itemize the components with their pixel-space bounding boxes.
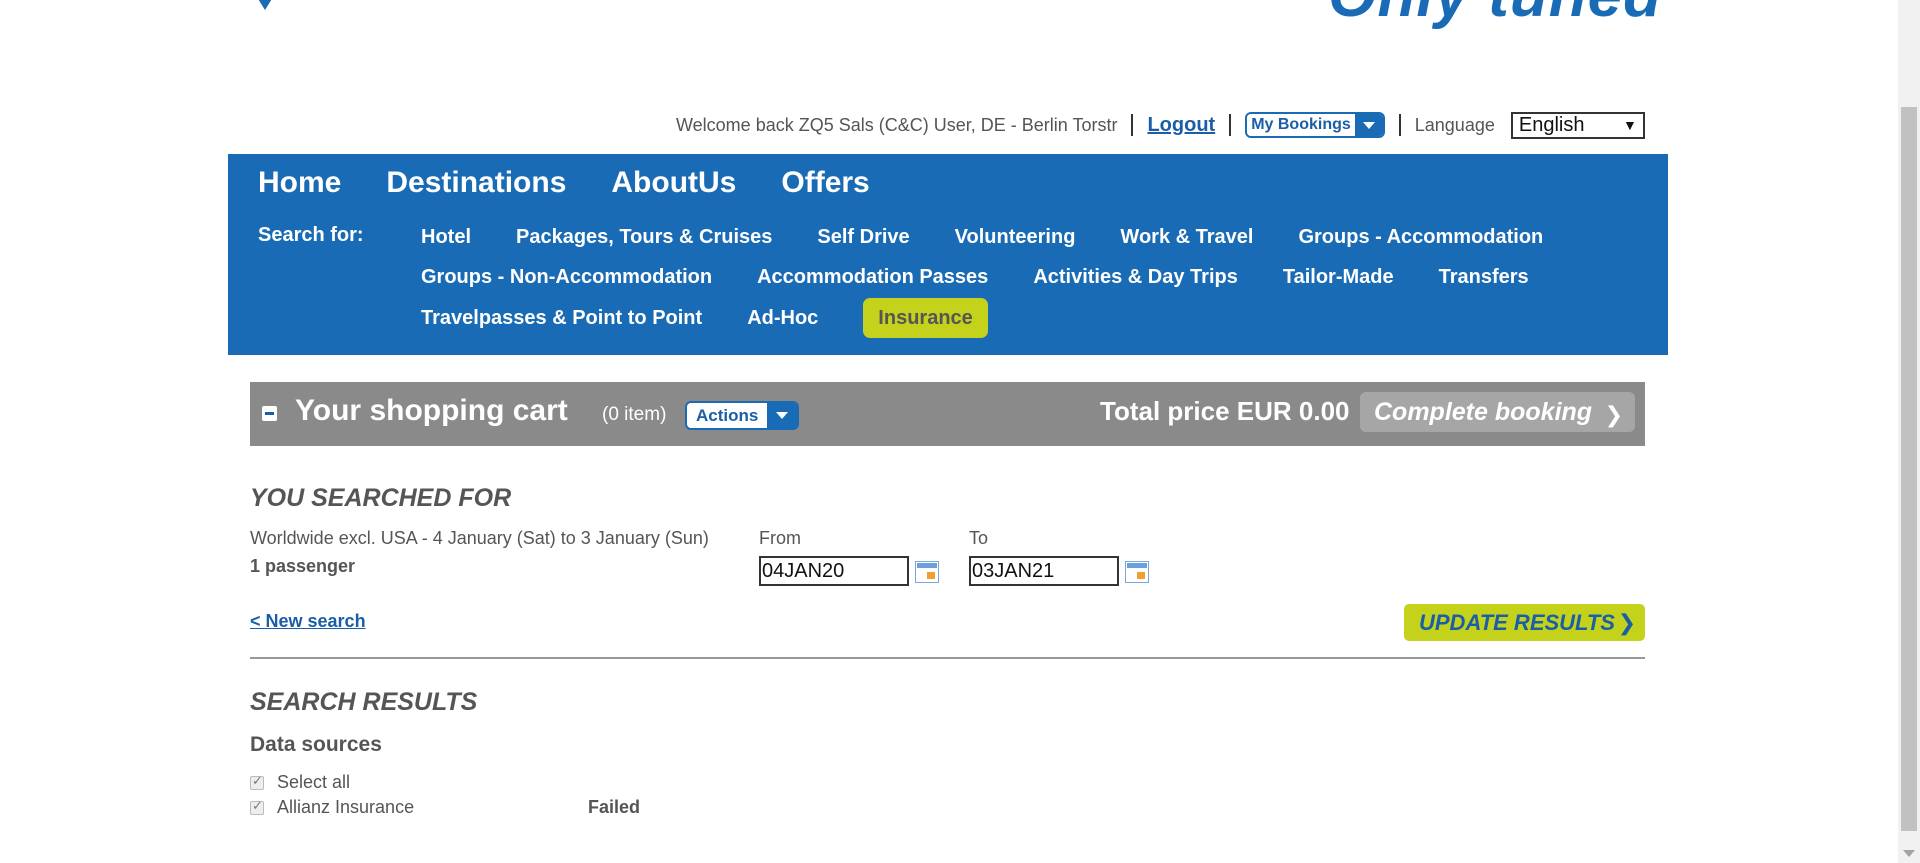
search-volunteering[interactable]: Volunteering: [955, 217, 1076, 257]
select-all-label: Select all: [277, 772, 351, 792]
complete-booking-button[interactable]: Complete booking ❯: [1360, 392, 1635, 432]
nav-offers[interactable]: Offers: [781, 160, 869, 206]
total-price: Total price EUR 0.00: [1100, 396, 1350, 426]
search-category-row: Travelpasses & Point to Point Ad-Hoc Ins…: [421, 298, 988, 338]
search-activities[interactable]: Activities & Day Trips: [1033, 257, 1238, 297]
new-search-link[interactable]: < New search: [250, 611, 366, 632]
scroll-down-icon[interactable]: [1903, 850, 1915, 857]
nav-aboutus[interactable]: AboutUs: [611, 160, 736, 206]
user-bar: Welcome back ZQ5 Sals (C&C) User, DE - B…: [676, 110, 1645, 140]
select-all-row: Select all: [250, 772, 350, 793]
language-select[interactable]: English ▼: [1510, 111, 1645, 139]
source-name: Allianz Insurance: [277, 797, 415, 817]
cart-title: Your shopping cart: [295, 394, 568, 427]
language-value: English: [1518, 113, 1585, 136]
chevron-right-icon: ❯: [1604, 402, 1623, 427]
cart-count: (0 item): [602, 404, 667, 425]
chevron-right-icon: ❯: [1617, 610, 1636, 635]
divider: [1131, 114, 1134, 136]
select-all-checkbox[interactable]: [250, 773, 264, 790]
chevron-down-icon[interactable]: [1354, 114, 1383, 136]
search-accommodation-passes[interactable]: Accommodation Passes: [757, 257, 988, 297]
search-transfers[interactable]: Transfers: [1439, 257, 1529, 297]
language-label: Language: [1414, 114, 1495, 135]
search-results-heading: SEARCH RESULTS: [250, 688, 478, 716]
search-for-label: Search for:: [258, 224, 364, 246]
search-category-row: Hotel Packages, Tours & Cruises Self Dri…: [421, 217, 1543, 257]
source-checkbox[interactable]: [250, 798, 264, 815]
scrollbar[interactable]: [1898, 0, 1920, 863]
searched-for-heading: YOU SEARCHED FOR: [250, 484, 512, 512]
divider: [250, 657, 1645, 659]
data-sources-heading: Data sources: [250, 733, 382, 756]
main-navigation: Home Destinations AboutUs Offers Search …: [228, 154, 1668, 355]
passenger-count: 1 passenger: [250, 556, 356, 576]
search-groups-non-accommodation[interactable]: Groups - Non-Accommodation: [421, 257, 712, 297]
primary-nav: Home Destinations AboutUs Offers: [258, 160, 870, 206]
data-source-row: Allianz Insurance: [250, 797, 414, 818]
chevron-down-icon[interactable]: [767, 403, 798, 428]
search-packages[interactable]: Packages, Tours & Cruises: [516, 217, 772, 257]
calendar-icon[interactable]: [1125, 561, 1149, 583]
divider: [1229, 114, 1232, 136]
my-bookings-label: My Bookings: [1247, 114, 1355, 136]
search-tailor-made[interactable]: Tailor-Made: [1283, 257, 1394, 297]
actions-label: Actions: [687, 403, 768, 428]
search-work-travel[interactable]: Work & Travel: [1120, 217, 1253, 257]
to-date-field[interactable]: 03JAN21: [969, 556, 1119, 586]
search-travelpasses[interactable]: Travelpasses & Point to Point: [421, 298, 702, 338]
scroll-thumb[interactable]: [1901, 107, 1917, 831]
search-summary: Worldwide excl. USA - 4 January (Sat) to…: [250, 528, 709, 548]
divider: [1398, 114, 1401, 136]
to-label: To: [969, 528, 989, 548]
my-bookings-dropdown[interactable]: My Bookings: [1245, 112, 1385, 138]
search-hotel[interactable]: Hotel: [421, 217, 471, 257]
search-ad-hoc[interactable]: Ad-Hoc: [747, 298, 818, 338]
collapse-icon[interactable]: [262, 406, 277, 421]
chevron-down-icon: ▼: [1623, 117, 1637, 133]
calendar-icon[interactable]: [915, 561, 939, 583]
update-results-label: UPDATE RESULTS: [1419, 609, 1615, 635]
nav-destinations[interactable]: Destinations: [386, 160, 566, 206]
source-status: Failed: [588, 797, 641, 817]
logout-link[interactable]: Logout: [1147, 114, 1215, 137]
update-results-button[interactable]: UPDATE RESULTS ❯: [1404, 604, 1645, 641]
search-self-drive[interactable]: Self Drive: [817, 217, 909, 257]
from-label: From: [759, 528, 801, 548]
shopping-cart-bar: Your shopping cart (0 item) Actions Tota…: [250, 382, 1645, 446]
nav-home[interactable]: Home: [258, 160, 341, 206]
from-date-field[interactable]: 04JAN20: [759, 556, 909, 586]
complete-booking-label: Complete booking: [1374, 397, 1593, 426]
search-groups-accommodation[interactable]: Groups - Accommodation: [1298, 217, 1543, 257]
welcome-text: Welcome back ZQ5 Sals (C&C) User, DE - B…: [676, 114, 1118, 135]
cart-actions-dropdown[interactable]: Actions: [685, 401, 800, 430]
search-insurance[interactable]: Insurance: [863, 298, 988, 338]
search-category-row: Groups - Non-Accommodation Accommodation…: [421, 257, 1529, 297]
logo-chevron-icon: [258, 0, 272, 10]
brand-logo: Only tuned: [1328, 0, 1662, 31]
